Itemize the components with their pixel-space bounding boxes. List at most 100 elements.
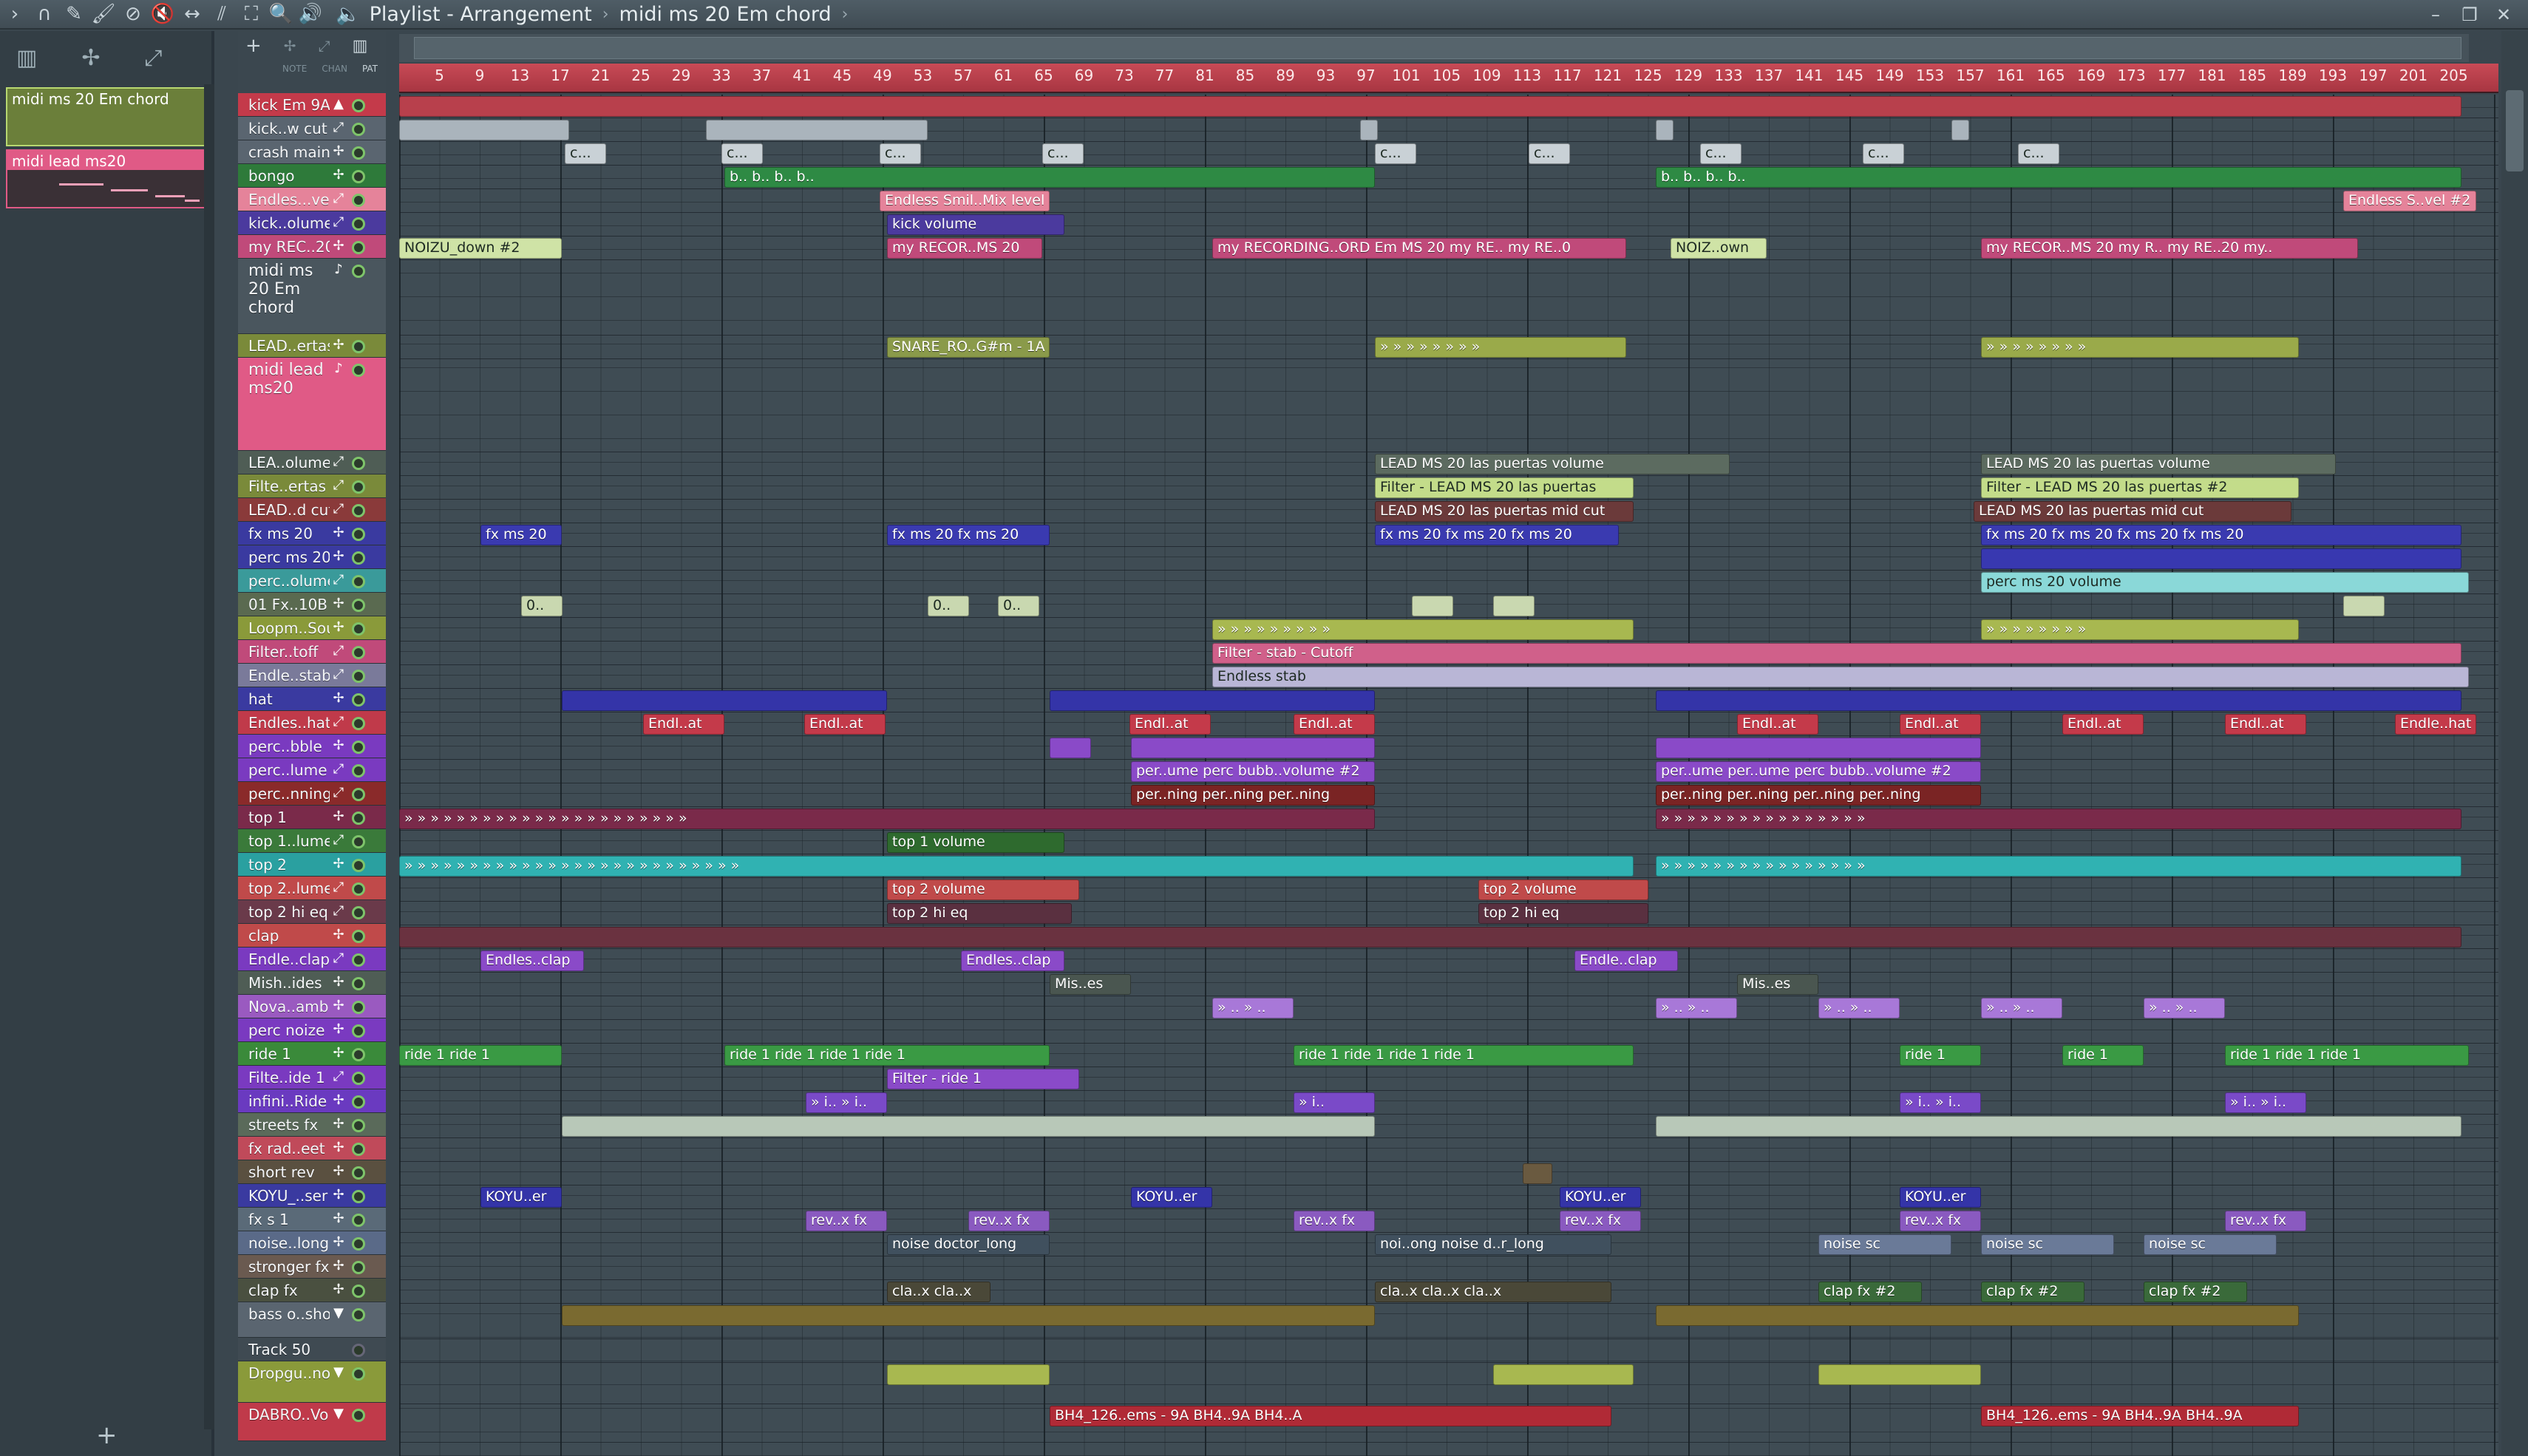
track-header[interactable]: midi lead ms20 ♪	[238, 358, 386, 451]
playlist-clip[interactable]: 0..	[928, 596, 969, 616]
pattern-item-em-chord[interactable]: midi ms 20 Em chord	[6, 87, 205, 146]
track-mute-led[interactable]	[352, 1308, 365, 1321]
track-mute-led[interactable]	[352, 1261, 365, 1274]
track-mute-led[interactable]	[352, 1344, 365, 1357]
playlist-clip[interactable]: ride 1 ride 1	[399, 1045, 562, 1066]
playlist-clip[interactable]: rev..x fx	[806, 1211, 887, 1231]
playlist-clip[interactable]: Endless S..vel #2	[2343, 191, 2476, 211]
playlist-clip[interactable]: rev..x fx	[1900, 1211, 1981, 1231]
track-header[interactable]: perc..bble ✢	[238, 735, 386, 758]
playlist-clip[interactable]: per..ning per..ning per..ning per..ning	[1656, 785, 1981, 806]
track-type-icon[interactable]: ⤢	[330, 569, 347, 588]
playlist-clip[interactable]	[1656, 120, 1674, 140]
playlist-clip[interactable]: fx ms 20 fx ms 20 fx ms 20 fx ms 20	[1981, 525, 2461, 545]
playlist-clip[interactable]: b.. b.. b.. b..	[724, 167, 1375, 188]
current-pattern-name[interactable]: midi ms 20 Em chord	[619, 3, 832, 26]
track-mute-led[interactable]	[352, 906, 365, 919]
playlist-clip[interactable]: » » » » » » » » » » » » » » » » » » » » …	[399, 809, 1375, 829]
zoom-icon[interactable]: 🔍	[266, 1, 296, 27]
track-mute-led[interactable]	[352, 930, 365, 943]
playlist-clip[interactable]: perc ms 20 volume	[1981, 572, 2469, 593]
playlist-clip[interactable]: Mis..es	[1737, 974, 1818, 995]
playlist-clip[interactable]: Endl..at	[1737, 714, 1818, 735]
track-lane[interactable]	[399, 1020, 2498, 1044]
chan-tool-icon[interactable]: ⤢	[319, 37, 330, 55]
track-lane[interactable]	[399, 973, 2498, 996]
track-type-icon[interactable]: ✢	[330, 1231, 347, 1250]
track-header[interactable]: midi ms 20 Em chord ♪	[238, 259, 386, 334]
playlist-clip[interactable]: rev..x fx	[2225, 1211, 2306, 1231]
track-type-icon[interactable]: ▼	[330, 1403, 347, 1421]
playlist-clip[interactable]: kick volume	[887, 214, 1064, 235]
playlist-clip[interactable]: Filter - LEAD MS 20 las puertas	[1375, 477, 1634, 498]
playlist-clip[interactable]: Endless Smil..Mix level	[880, 191, 1050, 211]
playlist-grid[interactable]: c... c... c... c... c... c... c... c... c... b.. …	[399, 95, 2498, 1456]
track-lane[interactable]	[399, 902, 2498, 925]
track-header[interactable]: perc noize ✢	[238, 1018, 386, 1042]
playlist-clip[interactable]: c...	[1375, 143, 1416, 164]
playlist-clip[interactable]: clap fx #2	[1818, 1282, 1922, 1302]
playlist-clip[interactable]: Endl..at	[2062, 714, 2144, 735]
track-header[interactable]: ride 1 ✢	[238, 1042, 386, 1066]
playlist-clip[interactable]: c...	[1700, 143, 1742, 164]
slice-icon[interactable]: ⫽	[207, 1, 237, 27]
track-header[interactable]: perc..lume ⤢	[238, 758, 386, 782]
track-mute-led[interactable]	[352, 170, 365, 183]
track-mute-led[interactable]	[352, 194, 365, 207]
playlist-clip[interactable]: 0..	[998, 596, 1039, 616]
track-header[interactable]: kick Em 9A ▲	[238, 93, 386, 117]
track-type-icon[interactable]: ✢	[330, 995, 347, 1013]
track-mute-led[interactable]	[352, 551, 365, 565]
track-mute-led[interactable]	[352, 1409, 365, 1422]
playlist-clip[interactable]: b.. b.. b.. b..	[1656, 167, 2461, 188]
track-type-icon[interactable]: ▼	[330, 1302, 347, 1321]
playlist-clip[interactable]: ride 1	[1900, 1045, 1981, 1066]
playlist-clip[interactable]: ride 1	[2062, 1045, 2144, 1066]
track-header[interactable]: Endle..clap ⤢	[238, 948, 386, 971]
playlist-clip[interactable]: » » » » » » » » » » » » » » » » » » » » …	[399, 856, 1634, 877]
track-type-icon[interactable]: ⤢	[330, 664, 347, 682]
playlist-clip[interactable]: KOYU..er	[1131, 1187, 1212, 1208]
playlist-clip[interactable]: NOIZ..own	[1671, 238, 1767, 259]
playlist-clip[interactable]: » » » » » » » » » » » » » » » »	[1656, 809, 2461, 829]
track-mute-led[interactable]	[352, 1166, 365, 1180]
playlist-clip[interactable]: » » » » » » » »	[1981, 619, 2299, 640]
playlist-clip[interactable]: KOYU..er	[1560, 1187, 1641, 1208]
playlist-clip[interactable]: ride 1 ride 1 ride 1 ride 1	[1294, 1045, 1634, 1066]
playlist-clip[interactable]	[1050, 690, 1375, 711]
track-header[interactable]: kick..olume ⤢	[238, 211, 386, 235]
playlist-clip[interactable]: rev..x fx	[1560, 1211, 1641, 1231]
playlist-clip[interactable]	[1656, 690, 2461, 711]
playlist-clip[interactable]: top 2 hi eq	[887, 903, 1072, 924]
track-type-icon[interactable]: ⤢	[330, 711, 347, 729]
track-header[interactable]: noise..long ✢	[238, 1231, 386, 1255]
track-mute-led[interactable]	[352, 364, 365, 377]
track-header[interactable]: perc..nning ⤢	[238, 782, 386, 806]
playlist-clip[interactable]: NOIZU_down #2	[399, 238, 562, 259]
playlist-clip[interactable]: noi..ong noise d..r_long	[1375, 1234, 1611, 1255]
track-header[interactable]: perc ms 20 ✢	[238, 545, 386, 569]
playlist-clip[interactable]: rev..x fx	[1294, 1211, 1375, 1231]
playlist-clip[interactable]: noise sc	[1818, 1234, 1951, 1255]
track-mute-led[interactable]	[352, 1143, 365, 1156]
track-type-icon[interactable]: ⤢	[330, 900, 347, 919]
playlist-clip[interactable]: noise sc	[2144, 1234, 2277, 1255]
vertical-scrollbar[interactable]	[2501, 31, 2528, 1456]
playlist-clip[interactable]	[1360, 120, 1378, 140]
track-type-icon[interactable]: ✢	[330, 334, 347, 353]
playlist-clip[interactable]: ride 1 ride 1 ride 1 ride 1	[724, 1045, 1050, 1066]
track-type-icon[interactable]: ✢	[330, 545, 347, 564]
playlist-clip[interactable]	[399, 96, 2461, 117]
track-mute-led[interactable]	[352, 1285, 365, 1298]
track-header[interactable]: top 2 ✢	[238, 853, 386, 877]
track-lane[interactable]	[399, 1256, 2498, 1280]
track-header[interactable]: infini..Ride ✢	[238, 1089, 386, 1113]
track-header[interactable]: clap fx ✢	[238, 1279, 386, 1302]
playlist-clip[interactable]: c...	[2018, 143, 2059, 164]
track-mute-led[interactable]	[352, 1072, 365, 1085]
track-header[interactable]: top 1..lume ⤢	[238, 829, 386, 853]
track-header[interactable]: streets fx ✢	[238, 1113, 386, 1137]
playlist-clip[interactable]: clap fx #2	[2144, 1282, 2247, 1302]
playlist-clip[interactable]	[1656, 738, 1981, 758]
track-type-icon[interactable]: ⤢	[330, 829, 347, 848]
